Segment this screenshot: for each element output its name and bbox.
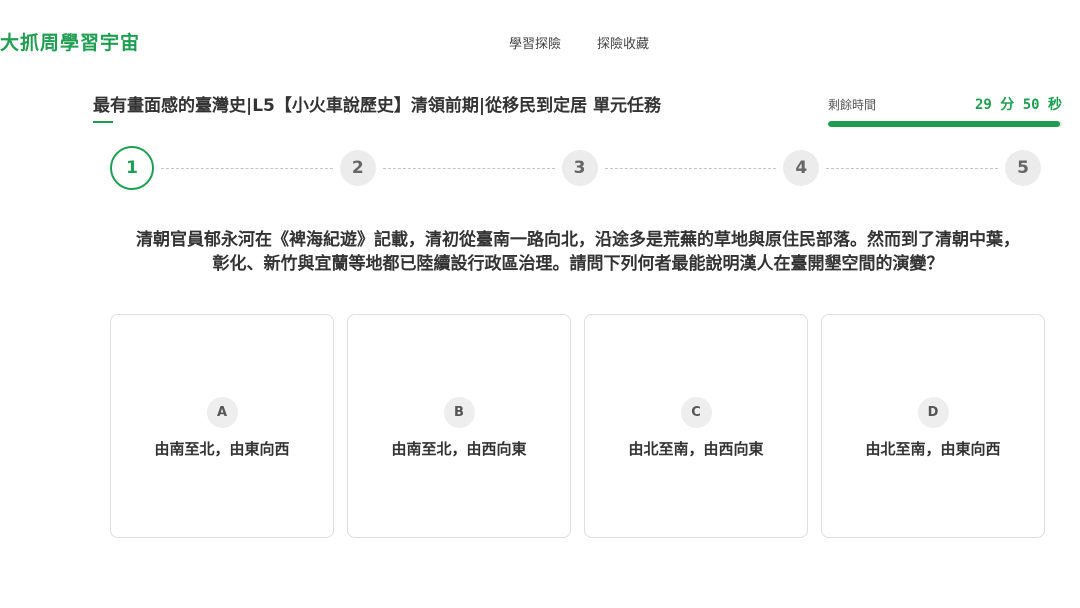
step-4[interactable]: 4 <box>783 150 820 186</box>
option-letter-badge: B <box>443 397 475 428</box>
step-connector <box>604 167 777 169</box>
option-letter-badge: A <box>206 397 238 428</box>
nav-item-adventure-collection[interactable]: 探險收藏 <box>597 33 649 52</box>
timer-progress-bar <box>828 121 1062 127</box>
option-d-card[interactable]: D 由北至南，由東向西 <box>821 314 1045 538</box>
step-3[interactable]: 3 <box>561 150 598 186</box>
step-connector <box>826 167 998 169</box>
option-letter-badge: D <box>917 397 949 428</box>
lesson-title: 最有畫面感的臺灣史|L5【小火車說歷史】清領前期|從移民到定居 單元任務 <box>93 96 661 116</box>
question-text: 清朝官員郁永河在《裨海紀遊》記載，清初從臺南一路向北，沿途多是荒蕪的草地與原住民… <box>136 230 1020 274</box>
timer-label: 剩餘時間 <box>828 98 877 112</box>
timer-progress-fill <box>828 121 1060 127</box>
option-c-card[interactable]: C 由北至南，由西向東 <box>584 314 808 538</box>
step-connector <box>382 167 555 169</box>
answer-options: A 由南至北，由東向西 B 由南至北，由西向東 C 由北至南，由西向東 D 由北… <box>110 314 1045 538</box>
step-connector <box>161 167 333 169</box>
app-logo[interactable]: 大抓周學習宇宙 <box>0 28 140 55</box>
question-stepper: 1 2 3 4 5 <box>110 146 1041 190</box>
option-b-card[interactable]: B 由南至北，由西向東 <box>347 314 571 538</box>
option-letter-badge: C <box>680 397 712 428</box>
option-text: 由北至南，由西向東 <box>628 440 764 458</box>
option-text: 由南至北，由東向西 <box>154 440 290 458</box>
lesson-header: 最有畫面感的臺灣史|L5【小火車說歷史】清領前期|從移民到定居 單元任務 <box>93 93 661 123</box>
timer-value: 29 分 50 秒 <box>974 97 1062 113</box>
step-2[interactable]: 2 <box>339 150 376 186</box>
step-1[interactable]: 1 <box>110 146 154 190</box>
step-5[interactable]: 5 <box>1005 150 1041 186</box>
nav-item-learning-adventure[interactable]: 學習探險 <box>509 33 561 52</box>
title-underline <box>93 121 113 123</box>
option-a-card[interactable]: A 由南至北，由東向西 <box>110 314 334 538</box>
option-text: 由南至北，由西向東 <box>391 440 527 458</box>
top-nav: 學習探險 探險收藏 <box>509 33 649 52</box>
option-text: 由北至南，由東向西 <box>865 440 1001 458</box>
